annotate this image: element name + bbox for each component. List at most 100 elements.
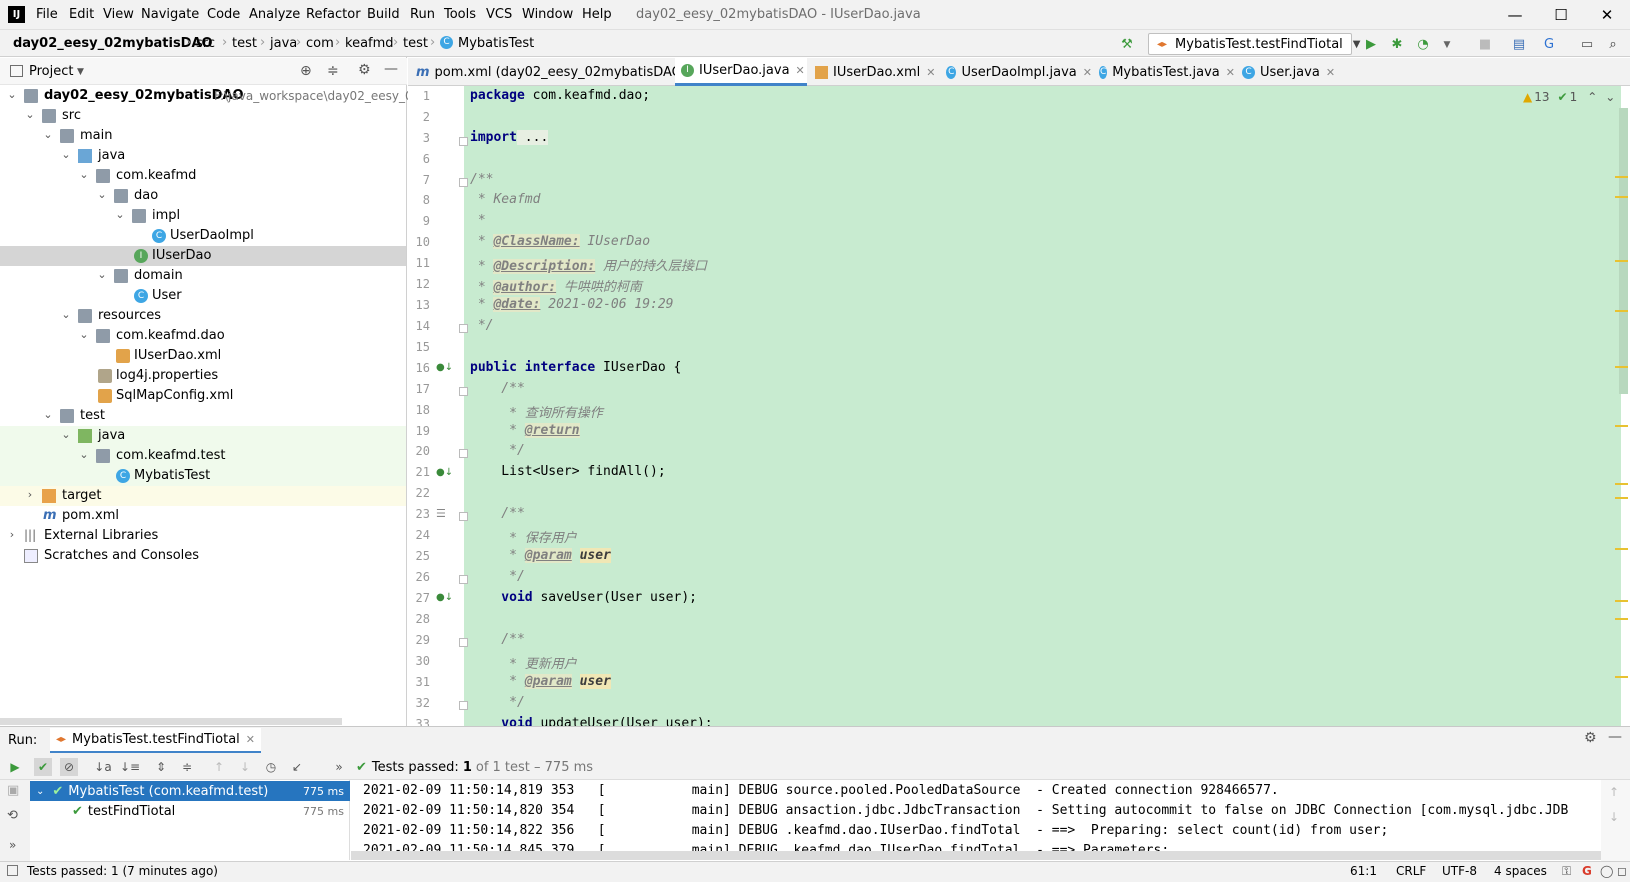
run-tab[interactable]: ◂▸ MybatisTest.testFindTiotal ✕ bbox=[50, 728, 261, 753]
breadcrumb-keafmd[interactable]: keafmd bbox=[345, 36, 394, 51]
google-translate-icon[interactable]: G bbox=[1582, 864, 1592, 878]
tab-user-java[interactable]: C User.java ✕ bbox=[1236, 58, 1348, 86]
run-configuration-select[interactable]: ◂▸ MybatisTest.testFindTiotal ▼ bbox=[1148, 33, 1360, 55]
show-passed-icon[interactable]: ✔ bbox=[34, 758, 52, 776]
tab-pom-xml[interactable]: m pom.xml (day02_eesy_02mybatisDAO) ✕ bbox=[410, 58, 702, 86]
sort-by-duration-icon[interactable]: ↓≡ bbox=[120, 758, 140, 776]
inspection-widget[interactable]: ▲ 13 ✔ 1 ⌃ ⌄ bbox=[1523, 90, 1615, 104]
status-message[interactable]: Tests passed: 1 (7 minutes ago) bbox=[27, 864, 218, 878]
next-test-icon[interactable]: ↓ bbox=[236, 758, 254, 776]
breadcrumb-class[interactable]: MybatisTest bbox=[458, 36, 534, 51]
close-tab-icon[interactable]: ✕ bbox=[1083, 66, 1092, 79]
tree-item-com-keafmd-dao[interactable]: ⌄ com.keafmd.dao bbox=[0, 326, 406, 346]
tree-item-test-java[interactable]: ⌄ java bbox=[0, 426, 406, 446]
import-tests-icon[interactable]: ↙ bbox=[288, 758, 306, 776]
chevron-up-icon[interactable]: ⌃ bbox=[1587, 90, 1597, 104]
tree-item-scratches[interactable]: Scratches and Consoles bbox=[0, 546, 406, 566]
chevron-down-icon[interactable]: ▼ bbox=[77, 67, 84, 77]
scroll-up-icon[interactable]: ↑ bbox=[1609, 785, 1619, 799]
tree-item-com-keafmd-test[interactable]: ⌄ com.keafmd.test bbox=[0, 446, 406, 466]
more-icon[interactable]: » bbox=[9, 838, 16, 852]
implemented-icon[interactable]: ●↓ bbox=[436, 467, 453, 478]
chevron-down-icon[interactable]: ⌄ bbox=[1605, 90, 1615, 104]
tab-userdaoimpl-java[interactable]: C UserDaoImpl.java ✕ bbox=[940, 58, 1092, 86]
debug-icon[interactable]: ✱ bbox=[1388, 36, 1406, 54]
close-tab-icon[interactable]: ✕ bbox=[1326, 66, 1335, 79]
minimize-button[interactable]: — bbox=[1492, 2, 1538, 28]
file-encoding[interactable]: UTF-8 bbox=[1442, 864, 1477, 878]
caret-position[interactable]: 61:1 bbox=[1350, 864, 1377, 878]
menu-file[interactable]: File bbox=[36, 7, 58, 22]
doc-render-icon[interactable]: ☰ bbox=[436, 507, 446, 520]
build-hammer-icon[interactable]: ⚒ bbox=[1118, 36, 1136, 54]
search-icon[interactable]: ⌕ bbox=[1604, 36, 1622, 54]
tree-item-sqlmapconfig[interactable]: SqlMapConfig.xml bbox=[0, 386, 406, 406]
fold-icon[interactable] bbox=[459, 512, 468, 521]
breadcrumb-java[interactable]: java bbox=[270, 36, 297, 51]
breadcrumb-test-pkg[interactable]: test bbox=[403, 36, 428, 51]
horizontal-scrollbar[interactable] bbox=[0, 718, 342, 725]
breadcrumb-src[interactable]: src bbox=[196, 36, 215, 51]
menu-help[interactable]: Help bbox=[582, 7, 612, 22]
speech-bubble-icon[interactable]: ◯ bbox=[1600, 864, 1613, 878]
menu-build[interactable]: Build bbox=[367, 7, 400, 22]
close-tab-icon[interactable]: ✕ bbox=[1226, 66, 1235, 79]
tree-item-target[interactable]: › target bbox=[0, 486, 406, 506]
fold-icon[interactable] bbox=[459, 701, 468, 710]
close-tab-icon[interactable]: ✕ bbox=[926, 66, 935, 79]
fold-icon[interactable] bbox=[459, 324, 468, 333]
presentation-icon[interactable]: ▭ bbox=[1578, 36, 1596, 54]
breadcrumb-test[interactable]: test bbox=[232, 36, 257, 51]
maximize-button[interactable]: ☐ bbox=[1538, 2, 1584, 28]
menu-code[interactable]: Code bbox=[207, 7, 240, 22]
gear-icon[interactable]: ⚙ bbox=[358, 62, 371, 78]
collapse-all-icon[interactable]: ≑ bbox=[327, 63, 339, 79]
tree-item-com-keafmd[interactable]: ⌄ com.keafmd bbox=[0, 166, 406, 186]
rerun-icon[interactable]: ▶ bbox=[6, 758, 24, 776]
tool-windows-icon[interactable] bbox=[7, 865, 18, 876]
collapse-all-icon[interactable]: ≑ bbox=[178, 758, 196, 776]
tree-item-main[interactable]: ⌄ main bbox=[0, 126, 406, 146]
hide-panel-icon[interactable]: — bbox=[384, 61, 398, 77]
menu-navigate[interactable]: Navigate bbox=[141, 7, 199, 22]
notifications-icon[interactable]: ◻ bbox=[1617, 864, 1627, 878]
fold-icon[interactable] bbox=[459, 387, 468, 396]
close-tab-icon[interactable]: ✕ bbox=[796, 64, 805, 77]
menu-run[interactable]: Run bbox=[410, 7, 435, 22]
fold-icon[interactable] bbox=[459, 178, 468, 187]
run-icon[interactable]: ▶ bbox=[1362, 36, 1380, 54]
hide-panel-icon[interactable]: — bbox=[1608, 729, 1622, 745]
menu-edit[interactable]: Edit bbox=[69, 7, 94, 22]
tree-item-resources[interactable]: ⌄ resources bbox=[0, 306, 406, 326]
translate-icon[interactable]: G bbox=[1540, 36, 1558, 54]
tree-item-domain[interactable]: ⌄ domain bbox=[0, 266, 406, 286]
line-separator[interactable]: CRLF bbox=[1396, 864, 1426, 878]
tree-item-dao[interactable]: ⌄ dao bbox=[0, 186, 406, 206]
previous-test-icon[interactable]: ↑ bbox=[210, 758, 228, 776]
menu-window[interactable]: Window bbox=[522, 7, 573, 22]
tree-item-mybatistest[interactable]: C MybatisTest bbox=[0, 466, 406, 486]
project-panel-title[interactable]: Project bbox=[29, 64, 73, 79]
tree-item-java[interactable]: ⌄ java bbox=[0, 146, 406, 166]
code-editor[interactable] bbox=[464, 86, 1621, 726]
menu-vcs[interactable]: VCS bbox=[486, 7, 512, 22]
sort-alphabetically-icon[interactable]: ↓a bbox=[94, 758, 112, 776]
tree-item-pom[interactable]: m pom.xml bbox=[0, 506, 406, 526]
profile-dropdown-icon[interactable]: ▼ bbox=[1438, 36, 1456, 54]
tree-item-iuserdao[interactable]: I IUserDao bbox=[0, 246, 406, 266]
breadcrumb-com[interactable]: com bbox=[306, 36, 334, 51]
tree-item-external-libraries[interactable]: › ||| External Libraries bbox=[0, 526, 406, 546]
tab-iuserdao-java[interactable]: I IUserDao.java ✕ bbox=[675, 58, 807, 86]
project-structure-icon[interactable]: ▤ bbox=[1510, 36, 1528, 54]
stop-icon[interactable]: ▣ bbox=[7, 783, 19, 798]
scroll-down-icon[interactable]: ↓ bbox=[1609, 810, 1619, 824]
folded-imports[interactable]: ... bbox=[516, 130, 549, 145]
menu-analyze[interactable]: Analyze bbox=[249, 7, 300, 22]
show-ignored-icon[interactable]: ⊘ bbox=[60, 758, 78, 776]
close-window-button[interactable]: ✕ bbox=[1584, 2, 1630, 28]
tree-item-impl[interactable]: ⌄ impl bbox=[0, 206, 406, 226]
fold-icon[interactable] bbox=[459, 137, 468, 146]
stop-icon[interactable]: ■ bbox=[1476, 36, 1494, 54]
tree-item-project-root[interactable]: ⌄ day02_eesy_02mybatisDAO F:\java_worksp… bbox=[0, 86, 420, 106]
fold-icon[interactable] bbox=[459, 638, 468, 647]
